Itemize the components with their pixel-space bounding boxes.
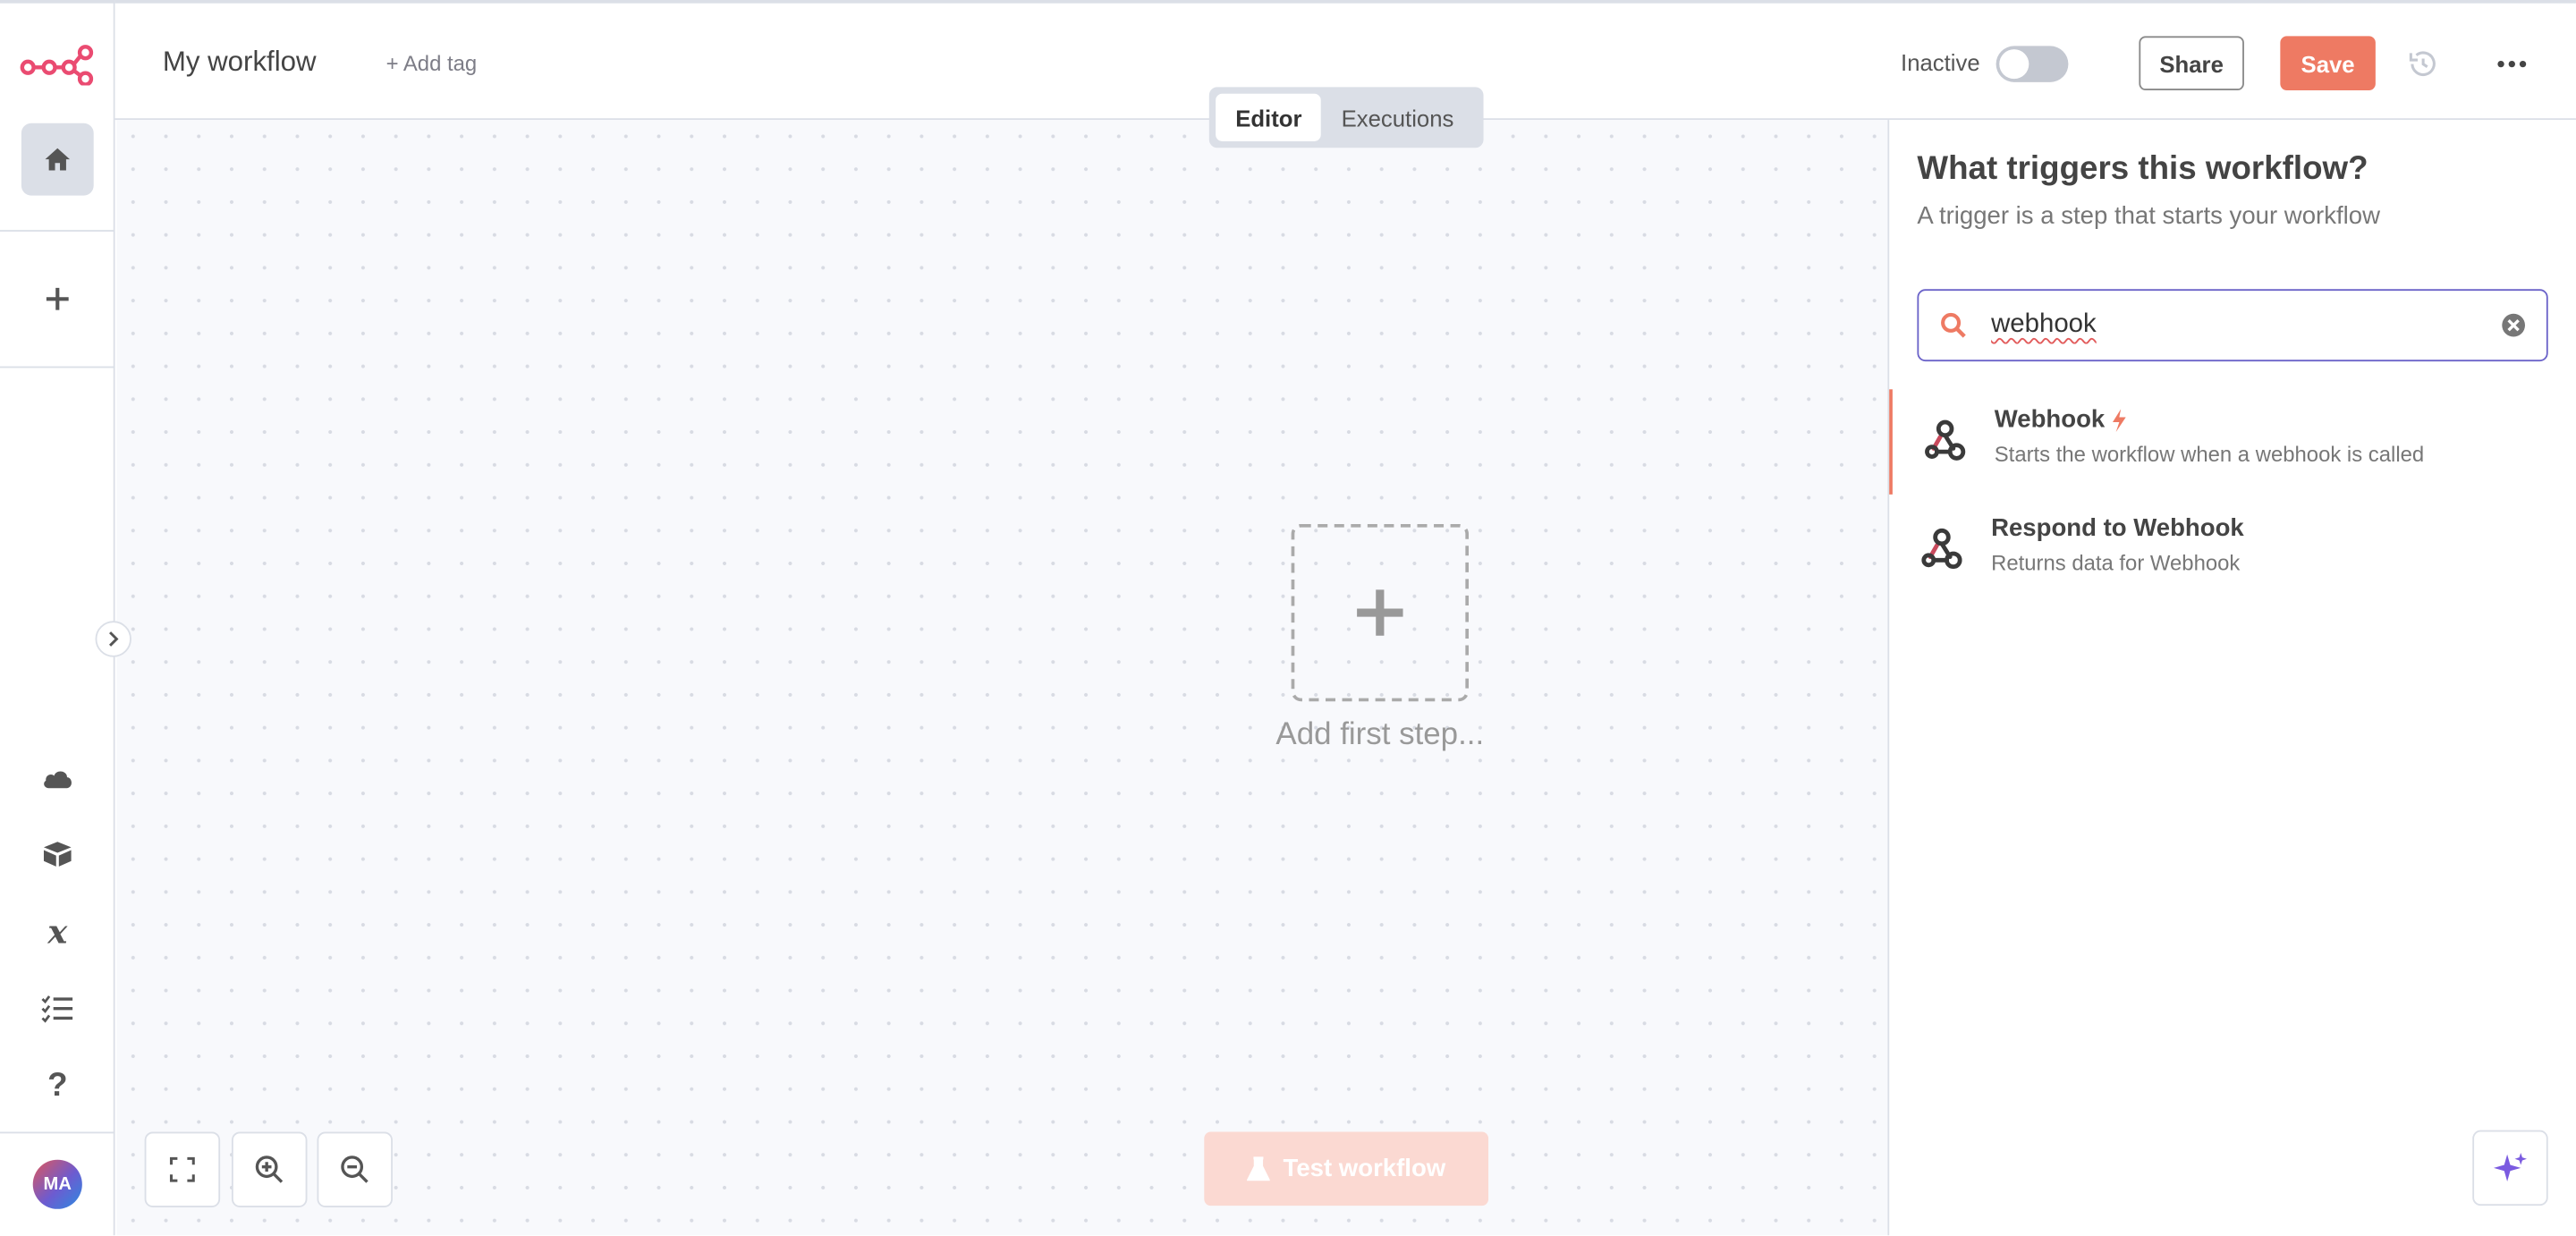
node-search-input[interactable]: webhook xyxy=(1917,289,2548,362)
trigger-bolt-icon xyxy=(2113,408,2127,432)
tab-editor[interactable]: Editor xyxy=(1216,93,1322,141)
sidebar-divider xyxy=(0,230,115,232)
n8n-logo-icon[interactable] xyxy=(20,43,95,86)
cloud-icon xyxy=(44,771,72,789)
toggle-knob xyxy=(1999,49,2029,80)
fit-view-icon xyxy=(169,1156,195,1182)
test-workflow-button[interactable]: Test workflow xyxy=(1204,1131,1489,1206)
node-name-label: Respond to Webhook xyxy=(1991,513,2244,543)
share-button[interactable]: Share xyxy=(2139,36,2244,91)
checklist-icon xyxy=(41,995,73,1023)
webhook-icon xyxy=(1925,419,1966,461)
zoom-out-icon xyxy=(341,1156,369,1183)
more-options-icon[interactable] xyxy=(2496,47,2529,80)
workflow-canvas[interactable]: Add first step... Test workflow xyxy=(116,120,1888,1236)
ai-assistant-button[interactable] xyxy=(2472,1130,2548,1206)
plus-icon xyxy=(46,287,69,310)
history-icon[interactable] xyxy=(2407,47,2440,80)
plus-icon xyxy=(1357,589,1403,636)
sidebar-divider xyxy=(0,1131,115,1134)
sidebar-divider xyxy=(0,366,115,368)
node-description: Starts the workflow when a webhook is ca… xyxy=(1994,442,2425,467)
sidebar-expand-button[interactable] xyxy=(95,621,131,657)
sidebar-item-home[interactable] xyxy=(21,123,94,196)
box-icon xyxy=(43,842,72,867)
node-name-label: Webhook xyxy=(1994,405,2106,434)
workflow-name[interactable]: My workflow xyxy=(163,46,317,79)
node-creator-panel: What triggers this workflow? A trigger i… xyxy=(1887,120,2576,1236)
sidebar-item-variables[interactable]: x xyxy=(21,895,94,968)
node-description: Returns data for Webhook xyxy=(1991,550,2241,575)
node-result-respond-to-webhook[interactable]: Respond to Webhook Returns data for Webh… xyxy=(1889,498,2576,604)
panel-title: What triggers this workflow? xyxy=(1917,150,2368,188)
search-icon xyxy=(1941,312,1966,338)
zoom-in-button[interactable] xyxy=(231,1131,308,1207)
chevron-right-icon xyxy=(109,631,119,647)
webhook-icon xyxy=(1921,528,1962,570)
add-first-step-label: Add first step... xyxy=(1275,717,1485,753)
search-value[interactable]: webhook xyxy=(1991,310,2097,340)
add-first-step-button[interactable] xyxy=(1291,523,1470,702)
zoom-out-button[interactable] xyxy=(317,1131,393,1207)
node-name: Webhook xyxy=(1995,406,2128,434)
sidebar-item-cloud[interactable] xyxy=(21,742,94,815)
save-button[interactable]: Save xyxy=(2280,36,2376,91)
question-icon: ? xyxy=(47,1066,68,1104)
home-icon xyxy=(45,148,71,171)
test-workflow-label: Test workflow xyxy=(1283,1155,1446,1183)
zoom-in-icon xyxy=(255,1156,284,1183)
sparkle-icon xyxy=(2493,1153,2527,1182)
sidebar-item-executions[interactable] xyxy=(21,972,94,1045)
editor-executions-tabs: Editor Executions xyxy=(1208,87,1484,148)
active-status-label: Inactive xyxy=(1901,49,1980,76)
flask-icon xyxy=(1247,1156,1270,1181)
fit-view-button[interactable] xyxy=(144,1131,221,1207)
variable-x-icon: x xyxy=(47,911,68,952)
node-name: Respond to Webhook xyxy=(1991,514,2244,542)
active-toggle[interactable] xyxy=(1996,46,2069,82)
sidebar-item-create[interactable] xyxy=(21,263,94,335)
add-tag-button[interactable]: + Add tag xyxy=(386,51,478,76)
avatar[interactable]: MA xyxy=(32,1159,82,1209)
main-sidebar: x ? MA xyxy=(0,0,131,1236)
sidebar-item-help[interactable]: ? xyxy=(21,1050,94,1122)
sidebar-item-templates[interactable] xyxy=(21,818,94,891)
tab-executions[interactable]: Executions xyxy=(1322,94,1474,141)
node-result-webhook[interactable]: Webhook Starts the workflow when a webho… xyxy=(1889,389,2576,495)
clear-search-icon[interactable] xyxy=(2500,312,2526,338)
panel-subtitle: A trigger is a step that starts your wor… xyxy=(1917,201,2380,231)
